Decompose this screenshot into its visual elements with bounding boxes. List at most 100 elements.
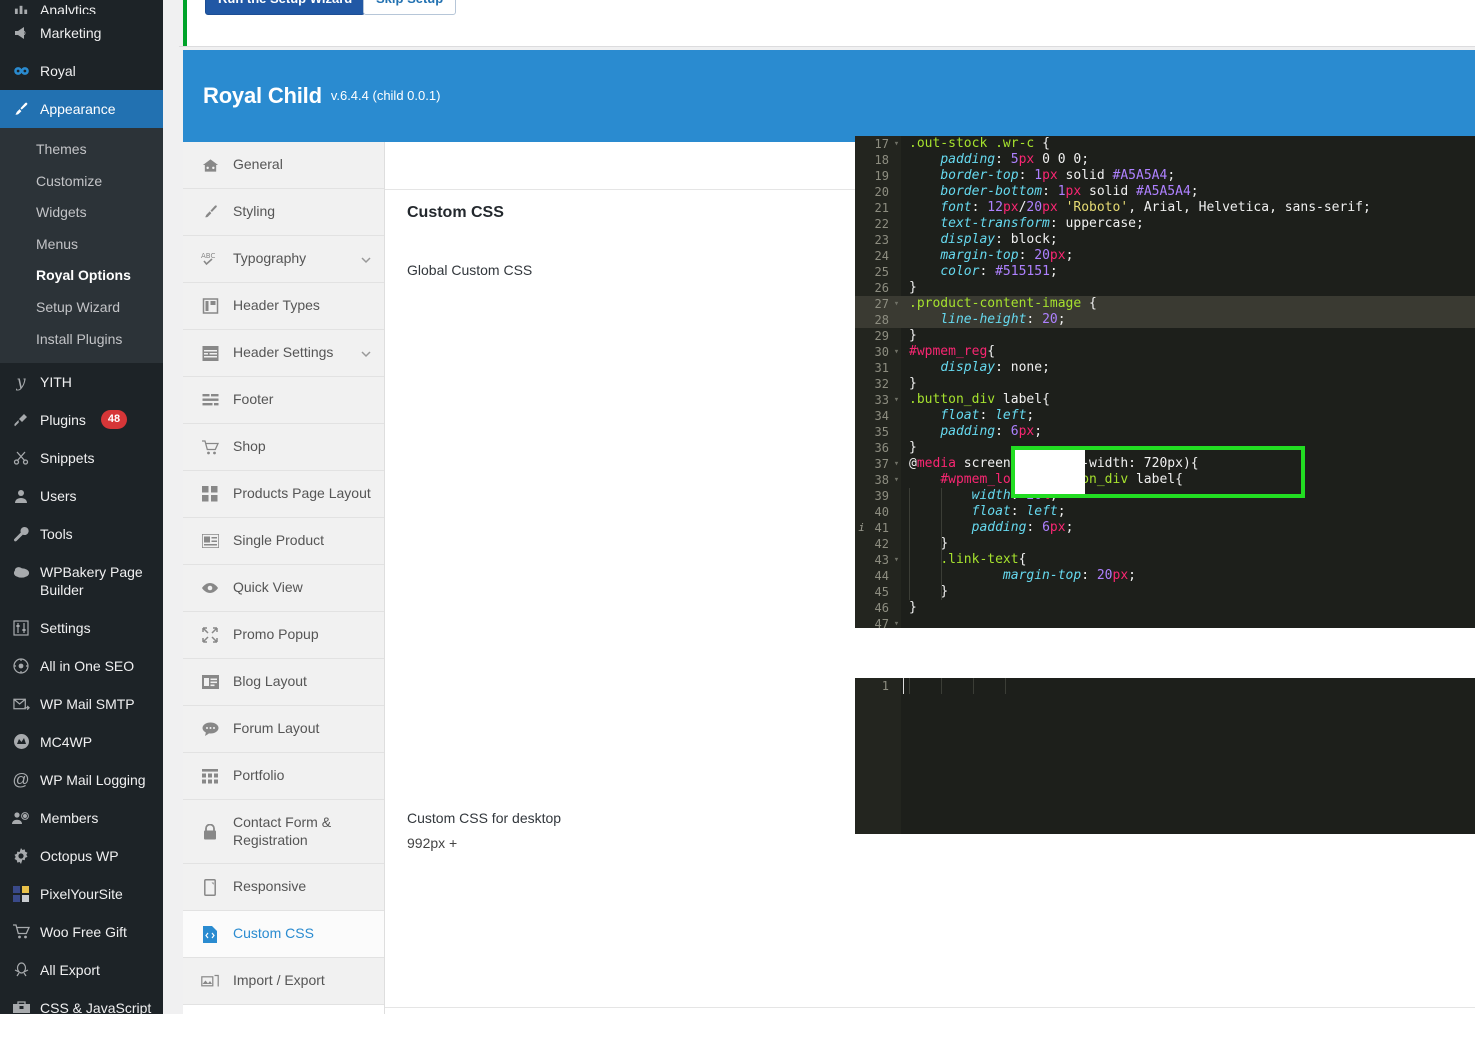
- fold-toggle-icon[interactable]: ▾: [892, 552, 901, 568]
- sidebar-item-pixelyoursite[interactable]: PixelYourSite: [0, 875, 163, 913]
- desktop-custom-css-editor[interactable]: 1: [855, 678, 1475, 834]
- sidebar-item-marketing[interactable]: Marketing: [0, 14, 163, 52]
- code-line[interactable]: 31 display: none;: [855, 360, 1475, 376]
- sidebar-item-octopus-wp[interactable]: Octopus WP: [0, 837, 163, 875]
- sidebar-item-all-export[interactable]: All Export: [0, 951, 163, 989]
- fold-toggle-icon[interactable]: ▾: [892, 472, 901, 488]
- code-line[interactable]: 46}: [855, 600, 1475, 616]
- submenu-item-widgets[interactable]: Widgets: [0, 197, 163, 229]
- code-line[interactable]: 34 float: left;: [855, 408, 1475, 424]
- code-line[interactable]: 25 color: #515151;: [855, 264, 1475, 280]
- code-line[interactable]: 24 margin-top: 20px;: [855, 248, 1475, 264]
- code-line[interactable]: 39 width: 20%;: [855, 488, 1475, 504]
- line-info-marker: [855, 136, 868, 152]
- submenu-item-menus[interactable]: Menus: [0, 229, 163, 261]
- tab-forum-layout[interactable]: Forum Layout: [183, 706, 384, 753]
- code-line[interactable]: 18 padding: 5px 0 0 0;: [855, 152, 1475, 168]
- cloud-icon: [11, 562, 31, 582]
- fold-toggle-icon[interactable]: ▾: [892, 136, 901, 152]
- tab-contact-form-registration[interactable]: Contact Form & Registration: [183, 800, 384, 864]
- tab-styling[interactable]: Styling: [183, 189, 384, 236]
- code-line[interactable]: 1: [855, 678, 1475, 694]
- sidebar-item-appearance[interactable]: Appearance: [0, 90, 163, 128]
- tab-header-settings[interactable]: Header Settings: [183, 330, 384, 377]
- tab-general[interactable]: General: [183, 142, 384, 189]
- sidebar-item-wp-mail-smtp[interactable]: WP Mail SMTP: [0, 685, 163, 723]
- tab-import-export[interactable]: Import / Export: [183, 958, 384, 1005]
- fold-toggle-icon[interactable]: ▾: [892, 296, 901, 312]
- code-line[interactable]: 30 ▾ #wpmem_reg{: [855, 344, 1475, 360]
- code-line[interactable]: 37▾ @media screen and (max-width: 720px){: [855, 456, 1475, 472]
- fold-toggle-icon[interactable]: ▾: [892, 392, 901, 408]
- sidebar-item-settings[interactable]: Settings: [0, 609, 163, 647]
- code-line[interactable]: i 41 padding: 6px;: [855, 520, 1475, 536]
- sidebar-item-royal[interactable]: Royal: [0, 52, 163, 90]
- chevron-down-icon[interactable]: [360, 253, 372, 265]
- code-line[interactable]: 28 line-height: 20;: [855, 312, 1475, 328]
- code-line[interactable]: 43 ▾ .link-text{: [855, 552, 1475, 568]
- sidebar-item-wpbakery-page-builder[interactable]: WPBakery Page Builder: [0, 553, 163, 608]
- code-line[interactable]: 23 display: block;: [855, 232, 1475, 248]
- code-line[interactable]: 32}: [855, 376, 1475, 392]
- skip-setup-button[interactable]: Skip Setup: [363, 0, 457, 15]
- sidebar-item-css-javascript-toolbox[interactable]: CSS & JavaScript Toolbox: [0, 989, 163, 1014]
- tab-promo-popup[interactable]: Promo Popup: [183, 612, 384, 659]
- tab-portfolio[interactable]: Portfolio: [183, 753, 384, 800]
- code-line[interactable]: 29}: [855, 328, 1475, 344]
- global-custom-css-editor[interactable]: 17 ▾ .out-stock .wr-c {18 padding: 5px 0 0…: [855, 136, 1475, 628]
- code-line[interactable]: 36}: [855, 440, 1475, 456]
- fold-toggle-icon[interactable]: ▾: [892, 456, 901, 472]
- tab-header-types[interactable]: Header Types: [183, 283, 384, 330]
- code-line[interactable]: 17 ▾ .out-stock .wr-c {: [855, 136, 1475, 152]
- tab-shop[interactable]: Shop: [183, 424, 384, 471]
- sidebar-item-all-in-one-seo[interactable]: All in One SEO: [0, 647, 163, 685]
- sidebar-item-plugins[interactable]: Plugins 48: [0, 401, 163, 439]
- code-text: .link-text{: [940, 552, 1027, 567]
- line-number: 23: [874, 233, 889, 247]
- code-line[interactable]: 26}: [855, 280, 1475, 296]
- code-line[interactable]: 38 ▾ #wpmem_login .button_div label{: [855, 472, 1475, 488]
- sidebar-item-yith[interactable]: y YITH: [0, 363, 163, 401]
- run-setup-wizard-button[interactable]: Run the Setup Wizard: [205, 0, 366, 15]
- submenu-item-royal-options[interactable]: Royal Options: [0, 260, 163, 292]
- code-line[interactable]: 27 ▾ .product-content-image {: [855, 296, 1475, 312]
- tab-typography[interactable]: ABC Typography: [183, 236, 384, 283]
- sidebar-item-wp-mail-logging[interactable]: @ WP Mail Logging: [0, 761, 163, 799]
- sidebar-item-woo-free-gift[interactable]: Woo Free Gift: [0, 913, 163, 951]
- code-line[interactable]: 42 }: [855, 536, 1475, 552]
- code-line[interactable]: 19 border-top: 1px solid #A5A5A4;: [855, 168, 1475, 184]
- sidebar-item-analytics[interactable]: Analytics: [0, 0, 163, 14]
- code-line[interactable]: 22 text-transform: uppercase;: [855, 216, 1475, 232]
- tab-quick-view[interactable]: Quick View: [183, 565, 384, 612]
- fold-toggle-icon[interactable]: ▾: [892, 616, 901, 628]
- sidebar-item-members[interactable]: Members: [0, 799, 163, 837]
- code-line[interactable]: 21 font: 12px/20px 'Roboto', Arial, Helv…: [855, 200, 1475, 216]
- tab-products-page-layout[interactable]: Products Page Layout: [183, 471, 384, 518]
- submenu-item-customize[interactable]: Customize: [0, 166, 163, 198]
- sidebar-item-tools[interactable]: Tools: [0, 515, 163, 553]
- chevron-down-icon[interactable]: [360, 347, 372, 359]
- code-text: #wpmem_login .button_div label{: [940, 472, 1183, 487]
- sidebar-item-label: Octopus WP: [40, 847, 119, 864]
- sidebar-item-snippets[interactable]: Snippets: [0, 439, 163, 477]
- fold-toggle-icon[interactable]: ▾: [892, 344, 901, 360]
- code-line[interactable]: 33 ▾ .button_div label{: [855, 392, 1475, 408]
- code-line[interactable]: 47 ▾: [855, 616, 1475, 628]
- tab-footer[interactable]: Footer: [183, 377, 384, 424]
- sidebar-item-mc4wp[interactable]: MC4WP: [0, 723, 163, 761]
- tab-single-product[interactable]: Single Product: [183, 518, 384, 565]
- code-line[interactable]: 35 padding: 6px;: [855, 424, 1475, 440]
- submenu-item-setup-wizard[interactable]: Setup Wizard: [0, 292, 163, 324]
- code-line[interactable]: 20 border-bottom: 1px solid #A5A5A4;: [855, 184, 1475, 200]
- submenu-item-install-plugins[interactable]: Install Plugins: [0, 324, 163, 356]
- tab-responsive[interactable]: Responsive: [183, 864, 384, 911]
- tab-blog-layout[interactable]: Blog Layout: [183, 659, 384, 706]
- editor-code-rows[interactable]: 1: [855, 678, 1475, 694]
- code-line[interactable]: 40 float: left;: [855, 504, 1475, 520]
- editor-code-rows[interactable]: 17 ▾ .out-stock .wr-c {18 padding: 5px 0 0…: [855, 136, 1475, 628]
- sidebar-item-users[interactable]: Users: [0, 477, 163, 515]
- submenu-item-themes[interactable]: Themes: [0, 134, 163, 166]
- code-line[interactable]: 44 margin-top: 20px;: [855, 568, 1475, 584]
- code-line[interactable]: 45 }: [855, 584, 1475, 600]
- tab-custom-css[interactable]: Custom CSS: [183, 911, 384, 958]
